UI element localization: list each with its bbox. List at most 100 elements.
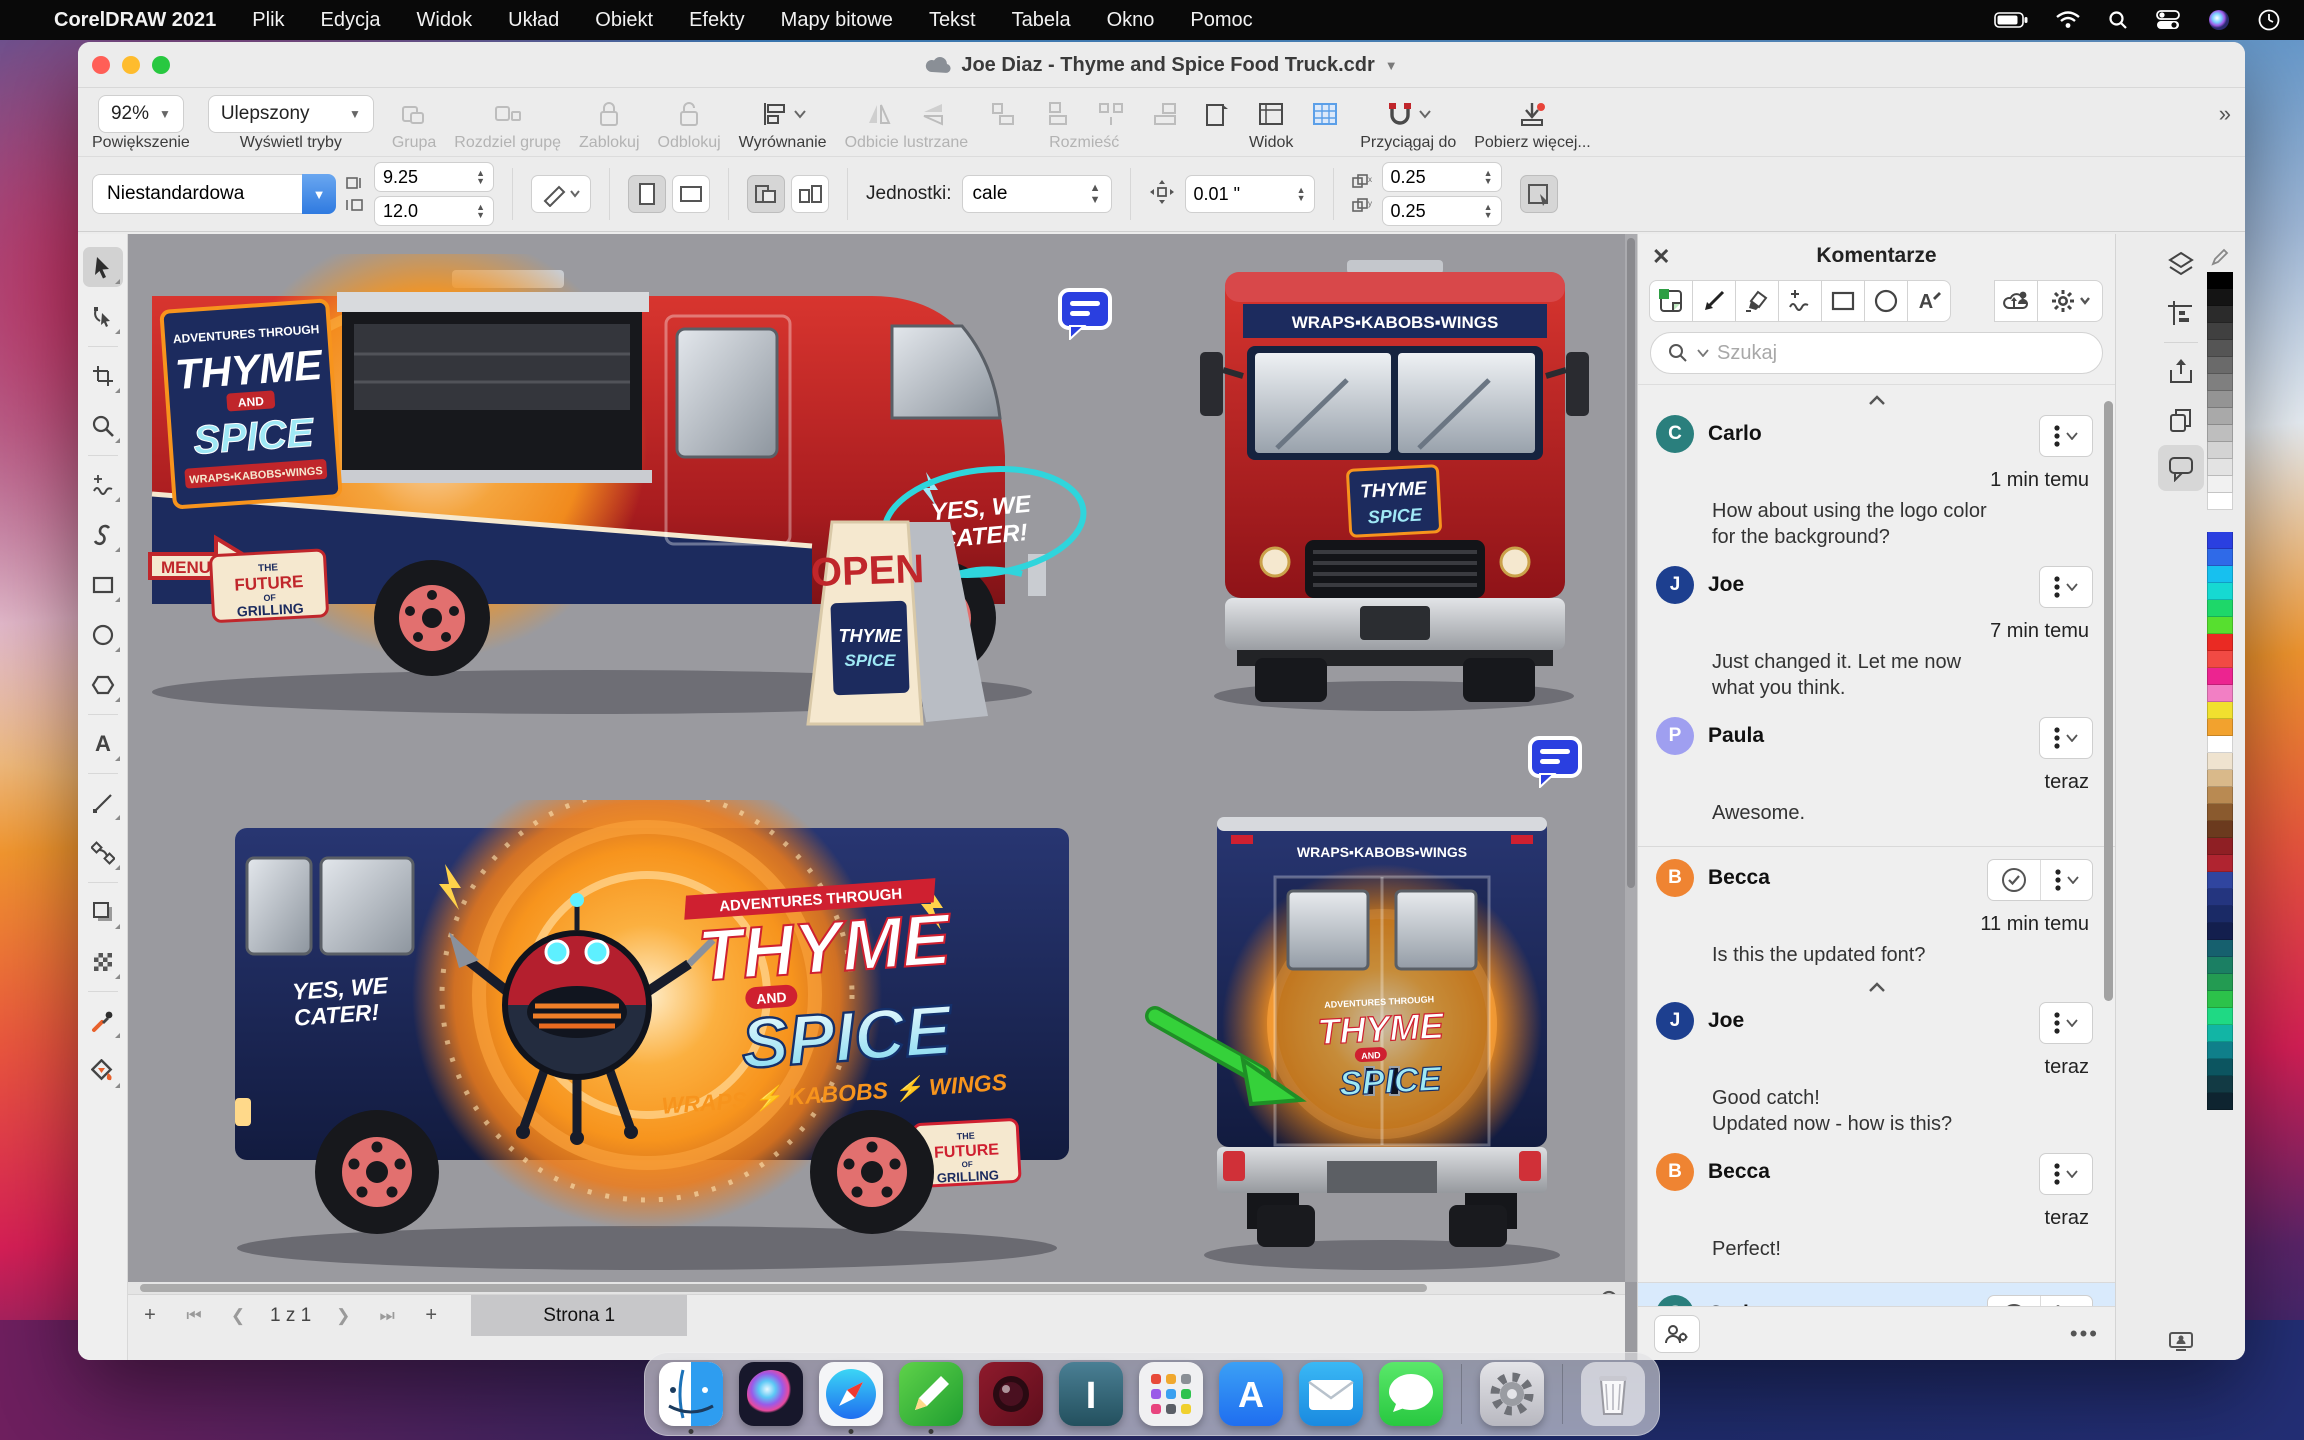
system-settings-dock-icon[interactable] [1480,1362,1544,1426]
menu-item-tekst[interactable]: Tekst [929,9,976,32]
freehand-draw-tool-button[interactable] [1778,280,1822,322]
palette-swatch[interactable] [2207,804,2233,821]
green-arrow-annotation[interactable] [1143,1004,1323,1114]
distribute-left-icon[interactable] [986,97,1020,131]
menu-item-widok[interactable]: Widok [417,9,473,32]
collapse-thread-icon[interactable] [1638,391,2115,409]
ellipse-annotation-button[interactable] [1864,280,1908,322]
page-height-input[interactable]: 12.0▲▼ [374,196,494,226]
comment-menu-button[interactable] [2040,416,2092,456]
drawing-canvas[interactable]: ADVENTURES THROUGH THYME AND SPICE WRAPS… [128,234,1637,1360]
grayscale-swatch[interactable] [2207,442,2233,459]
comment-row[interactable]: BBecca11 min temuIs this the updated fon… [1638,853,2115,978]
drop-shadow-tool[interactable] [83,892,123,932]
rectangle-annotation-button[interactable] [1821,280,1865,322]
page-width-input[interactable]: 9.25▲▼ [374,162,494,192]
page-preset-dropdown[interactable]: Niestandardowa ▼ [92,174,336,214]
comment-row[interactable]: PPaulaterazAwesome. [1638,711,2115,836]
nudge-distance-input[interactable]: 0.01 "▲▼ [1185,175,1315,213]
comment-thread-2[interactable]: BBecca11 min temuIs this the updated fon… [1638,847,2115,1283]
palette-swatch[interactable] [2207,736,2233,753]
comment-row[interactable]: JJoe7 min temuJust changed it. Let me no… [1638,560,2115,711]
sticky-note-tool-button[interactable] [1649,280,1693,322]
eyedropper-tool[interactable] [83,1001,123,1041]
palette-swatch[interactable] [2207,974,2233,991]
menu-item-okno[interactable]: Okno [1107,9,1155,32]
palette-swatch[interactable] [2207,855,2233,872]
grayscale-swatch[interactable] [2207,306,2233,323]
palette-swatch[interactable] [2207,1008,2233,1025]
pencil-app-dock-icon[interactable] [899,1362,963,1426]
grayscale-swatch[interactable] [2207,289,2233,306]
mirror-vertical-icon[interactable] [916,97,950,131]
last-page-button[interactable]: ⏭ [365,1306,409,1326]
palette-swatch[interactable] [2207,566,2233,583]
connector-tool[interactable] [83,833,123,873]
menu-item-mapy-bitowe[interactable]: Mapy bitowe [781,9,893,32]
duplicate-docker-icon[interactable] [2158,397,2204,443]
first-page-button[interactable]: ⏮ [172,1306,216,1326]
zoom-level-dropdown[interactable]: 92%▼ [98,95,184,133]
palette-swatch[interactable] [2207,1093,2233,1110]
get-more-icon[interactable] [1515,97,1549,131]
palette-swatch[interactable] [2207,634,2233,651]
palette-swatch[interactable] [2207,753,2233,770]
transform-docker-icon[interactable] [2158,290,2204,336]
comments-scrollbar[interactable] [2104,401,2113,1001]
all-pages-size-button[interactable] [791,175,829,213]
text-annotation-button[interactable]: A [1907,280,1951,322]
canvas-vertical-scrollbar[interactable] [1625,234,1637,1282]
canvas-horizontal-scrollbar[interactable] [128,1282,1625,1294]
palette-swatch[interactable] [2207,532,2233,549]
siri-dock-icon[interactable] [739,1362,803,1426]
polygon-tool[interactable] [83,665,123,705]
add-page-button-left[interactable]: + [128,1304,172,1327]
comment-thread-3[interactable]: CCarlo27 min temuCool design! [1638,1283,2115,1306]
previous-page-button[interactable]: ❮ [216,1306,260,1326]
palette-swatch[interactable] [2207,719,2233,736]
highlighter-tool-button[interactable] [1735,280,1779,322]
palette-swatch[interactable] [2207,685,2233,702]
messages-dock-icon[interactable] [1379,1362,1443,1426]
resolve-comment-button[interactable] [1988,860,2040,900]
siri-menubar-icon[interactable] [2208,9,2230,31]
line-tool[interactable] [83,783,123,823]
comment-row[interactable]: CCarlo27 min temuCool design! [1638,1289,2115,1306]
palette-swatch[interactable] [2207,906,2233,923]
palette-swatch[interactable] [2207,1025,2233,1042]
app-menu-title[interactable]: CorelDRAW 2021 [54,9,216,32]
comment-menu-button[interactable] [2040,1003,2092,1043]
palette-swatch[interactable] [2207,549,2233,566]
launchpad-dock-icon[interactable] [1139,1362,1203,1426]
battery-icon[interactable] [1994,12,2028,28]
grayscale-swatch[interactable] [2207,374,2233,391]
comment-menu-button[interactable] [2040,1154,2092,1194]
menu-item-efekty[interactable]: Efekty [689,9,745,32]
crop-tool[interactable] [83,356,123,396]
grayscale-swatch[interactable] [2207,476,2233,493]
palette-swatch[interactable] [2207,957,2233,974]
duplicate-distance-y-input[interactable]: 0.25▲▼ [1382,196,1502,226]
grayscale-swatch[interactable] [2207,272,2233,289]
duplicate-distance-x-input[interactable]: 0.25▲▼ [1382,162,1502,192]
palette-swatch[interactable] [2207,1059,2233,1076]
align-dropdown-icon[interactable] [757,97,809,131]
export-docker-icon[interactable] [2158,349,2204,395]
zoom-tool[interactable] [83,406,123,446]
palette-swatch[interactable] [2207,787,2233,804]
comments-settings-button[interactable] [2037,280,2103,322]
resolve-comment-button[interactable] [1988,1296,2040,1306]
smart-drawing-tool[interactable] [83,515,123,555]
rulers-toggle-icon[interactable] [1254,97,1288,131]
comment-row[interactable]: CCarlo1 min temuHow about using the logo… [1638,409,2115,560]
comments-more-button[interactable]: ••• [2070,1321,2099,1347]
ellipse-tool[interactable] [83,615,123,655]
pick-tool[interactable] [83,247,123,287]
close-comments-icon[interactable]: ✕ [1652,244,1670,270]
palette-swatch[interactable] [2207,1042,2233,1059]
comment-row[interactable]: JJoeterazGood catch! Updated now - how i… [1638,996,2115,1147]
wifi-icon[interactable] [2056,11,2080,29]
comments-docker-icon[interactable] [2158,445,2204,491]
comments-search-input[interactable]: Szukaj [1650,332,2103,374]
truck-side-view-artwork[interactable]: ADVENTURES THROUGH THYME AND SPICE WRAPS… [227,800,1077,1282]
